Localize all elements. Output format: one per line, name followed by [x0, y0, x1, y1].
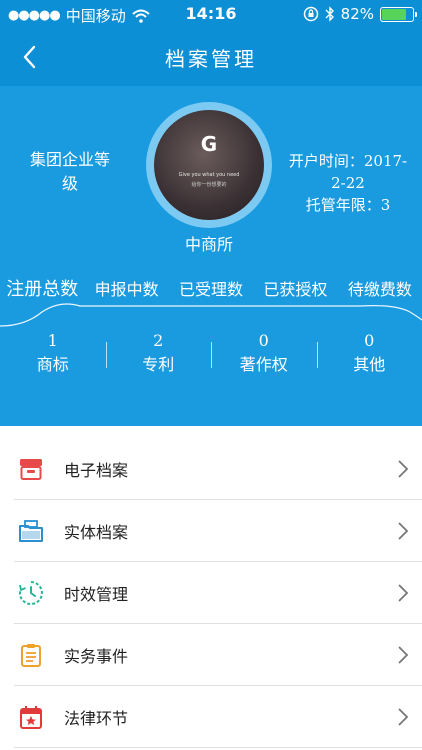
avatar-tagline-en: Give you what you need [178, 172, 240, 178]
avatar-tagline-cn: 给你一份想要的 [191, 182, 227, 188]
chevron-right-icon [398, 708, 409, 726]
stat-label: 商标 [36, 355, 69, 374]
stat-label: 其他 [353, 355, 386, 374]
battery-icon [380, 6, 417, 22]
custody-value: 3 [380, 196, 391, 214]
stat-label: 专利 [142, 355, 175, 374]
calendar-star-icon [20, 705, 42, 729]
menu-item-label: 电子档案 [64, 460, 129, 480]
chevron-right-icon [398, 460, 409, 478]
nav-bar: 档案管理 [0, 28, 422, 86]
status-bar: ●●●●● 中国移动 14:16 82% [0, 0, 422, 28]
clipboard-icon [21, 643, 41, 667]
tab-indicator-curve [0, 303, 422, 327]
stat-value: 0 [364, 331, 375, 350]
open-time-label: 开户时间： [288, 152, 364, 170]
stat-patent[interactable]: 2 专利 [105, 330, 212, 390]
stat-other[interactable]: 0 其他 [316, 330, 422, 390]
custody-years: 托管年限：3 [282, 194, 414, 216]
avatar-ring: G Give you what you need 给你一份想要的 [146, 102, 272, 228]
archive-box-icon [20, 458, 42, 480]
menu-item-label: 实体档案 [64, 522, 129, 542]
chevron-right-icon [398, 522, 409, 540]
status-right: 82% [303, 5, 417, 23]
menu-item-electronic-archive[interactable]: 电子档案 [14, 438, 422, 500]
chevron-right-icon [398, 584, 409, 602]
archive-menu: 电子档案 实体档案 时效管理 实务事件 法律环节 [0, 438, 422, 748]
battery-percent: 82% [340, 5, 374, 23]
stat-value: 2 [153, 331, 164, 350]
rotation-lock-icon [303, 6, 318, 22]
company-name: 中商所 [184, 235, 233, 254]
menu-item-time-management[interactable]: 时效管理 [14, 562, 422, 624]
stat-value: 1 [47, 331, 58, 350]
account-info: 开户时间：2017-2-22 托管年限：3 [282, 150, 414, 216]
folder-icon [19, 519, 43, 542]
menu-item-practice-events[interactable]: 实务事件 [14, 624, 422, 686]
company-type: 集团企业等级 [30, 150, 111, 193]
menu-item-label: 法律环节 [64, 708, 129, 728]
stat-value: 0 [258, 331, 269, 350]
menu-item-label: 时效管理 [64, 584, 129, 604]
page-title: 档案管理 [165, 47, 257, 71]
stat-trademark[interactable]: 1 商标 [0, 330, 106, 390]
menu-item-label: 实务事件 [64, 646, 129, 666]
open-time: 开户时间：2017-2-22 [282, 150, 414, 194]
stat-copyright[interactable]: 0 著作权 [211, 330, 317, 390]
stats-row: 1 商标 2 专利 0 著作权 0 其他 [0, 330, 422, 390]
menu-item-legal-stage[interactable]: 法律环节 [14, 686, 422, 748]
chevron-right-icon [398, 646, 409, 664]
clock-icon [18, 580, 43, 605]
menu-item-physical-archive[interactable]: 实体档案 [14, 500, 422, 562]
bluetooth-icon [325, 6, 334, 22]
avatar[interactable]: G Give you what you need 给你一份想要的 [154, 110, 264, 220]
profile-panel: 集团企业等级 G Give you what you need 给你一份想要的 … [0, 86, 422, 426]
avatar-letter: G [200, 132, 218, 156]
custody-label: 托管年限： [305, 196, 381, 214]
stat-label: 著作权 [239, 355, 288, 374]
